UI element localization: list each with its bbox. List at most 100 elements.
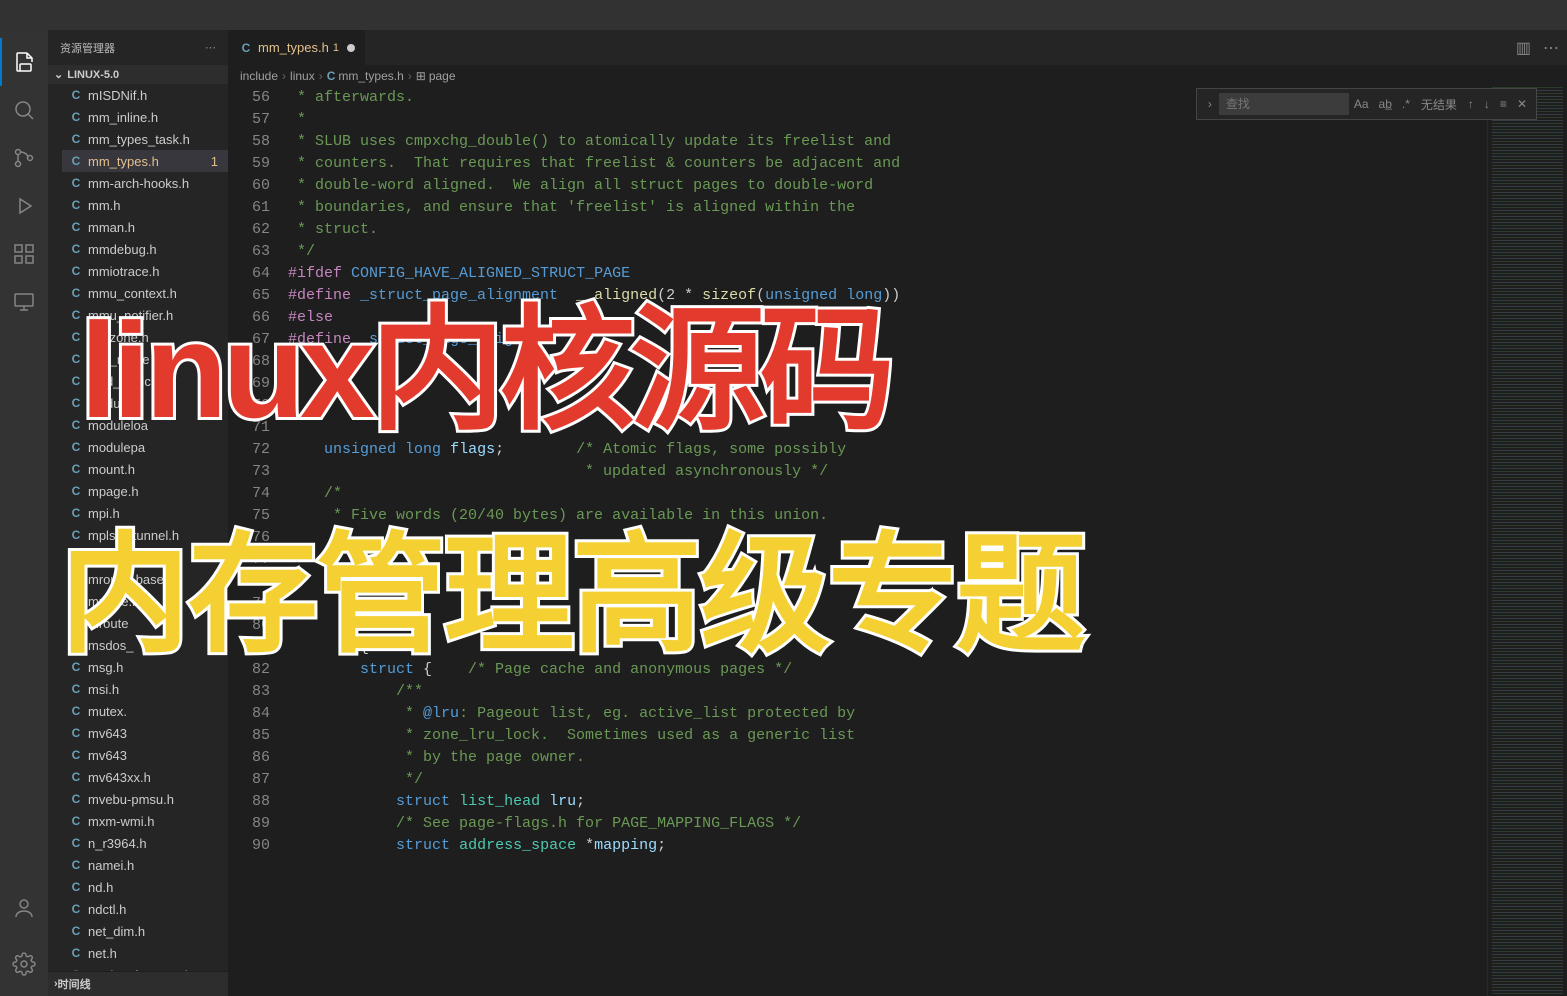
settings-icon[interactable]	[0, 940, 48, 988]
file-item[interactable]: Cnetdev_features.h	[62, 964, 228, 971]
breadcrumbs[interactable]: include›linux›Cmm_types.h›⊞page	[228, 65, 1567, 87]
file-label: msi.h	[88, 682, 119, 697]
c-file-icon: C	[68, 704, 84, 718]
file-item[interactable]: Cmv643xx.h	[62, 766, 228, 788]
file-item[interactable]: Cmsg.h	[62, 656, 228, 678]
file-item[interactable]: Cmman.h	[62, 216, 228, 238]
file-item[interactable]: Cmsi.h	[62, 678, 228, 700]
file-label: mount.h	[88, 462, 135, 477]
more-actions-icon[interactable]: ⋯	[1543, 38, 1559, 58]
file-item[interactable]: Cn_r3964.h	[62, 832, 228, 854]
file-item[interactable]: Cnet_dim.h	[62, 920, 228, 942]
file-item[interactable]: Cnamei.h	[62, 854, 228, 876]
more-icon[interactable]: ⋯	[205, 41, 216, 54]
tab-label: mm_types.h	[258, 40, 329, 55]
find-menu-button[interactable]: ≡	[1495, 97, 1512, 111]
file-item[interactable]: Cmmdebug.h	[62, 238, 228, 260]
c-file-icon: C	[68, 286, 84, 300]
match-case-button[interactable]: Aa	[1349, 97, 1374, 111]
file-item[interactable]: Cnet.h	[62, 942, 228, 964]
file-item[interactable]: CmISDNif.h	[62, 84, 228, 106]
breadcrumb-item[interactable]: Cmm_types.h	[327, 69, 404, 83]
file-item[interactable]: Cmm-arch-hooks.h	[62, 172, 228, 194]
c-file-icon: C	[68, 770, 84, 784]
code-editor[interactable]: 5657585960616263646566676869707172737475…	[228, 87, 1567, 996]
c-file-icon: C	[68, 462, 84, 476]
file-item[interactable]: Cmodulepa	[62, 436, 228, 458]
regex-button[interactable]: .*	[1397, 97, 1415, 111]
search-icon[interactable]	[0, 86, 48, 134]
file-item[interactable]: Cmpage.h	[62, 480, 228, 502]
file-item[interactable]: Cmroute.h	[62, 590, 228, 612]
file-item[interactable]: Cmvebu-pmsu.h	[62, 788, 228, 810]
breadcrumb-item[interactable]: include	[240, 69, 278, 83]
file-item[interactable]: Cmutex.	[62, 700, 228, 722]
debug-icon[interactable]	[0, 182, 48, 230]
file-item[interactable]: Cmpi.h	[62, 502, 228, 524]
file-item[interactable]: Cmroute_base.h	[62, 568, 228, 590]
file-item[interactable]: Cmmu_notifier.h	[62, 304, 228, 326]
c-file-icon: C	[68, 132, 84, 146]
file-item[interactable]: Cmxm-wmi.h	[62, 810, 228, 832]
file-label: msdos_	[88, 638, 134, 653]
file-item[interactable]: Cnd.h	[62, 876, 228, 898]
remote-icon[interactable]	[0, 278, 48, 326]
file-item[interactable]: Cmoduleloa	[62, 414, 228, 436]
breadcrumb-item[interactable]: linux	[290, 69, 315, 83]
file-label: mm.h	[88, 198, 121, 213]
file-label: mod_devic	[88, 374, 151, 389]
file-item[interactable]: Cmpls_iptunnel.h	[62, 524, 228, 546]
c-file-icon: C	[68, 836, 84, 850]
file-item[interactable]: Cmmzone.h	[62, 326, 228, 348]
file-label: net_dim.h	[88, 924, 145, 939]
c-file-icon: C	[68, 682, 84, 696]
find-input[interactable]	[1219, 93, 1349, 115]
c-file-icon: C	[68, 902, 84, 916]
match-word-button[interactable]: ab̲	[1374, 97, 1397, 111]
tab-mm-types[interactable]: C mm_types.h 1	[228, 30, 366, 65]
file-item[interactable]: Cmount.h	[62, 458, 228, 480]
minimap[interactable]	[1487, 87, 1567, 996]
file-label: mm-arch-hooks.h	[88, 176, 189, 191]
file-label: mvebu-pmsu.h	[88, 792, 174, 807]
file-label: module.h	[88, 396, 141, 411]
account-icon[interactable]	[0, 884, 48, 932]
file-item[interactable]: Cmroute	[62, 612, 228, 634]
extensions-icon[interactable]	[0, 230, 48, 278]
explorer-sidebar: 资源管理器 ⋯ ⌄ LINUX-5.0 CmISDNif.hCmm_inline…	[48, 30, 228, 996]
split-editor-icon[interactable]: ▥	[1516, 38, 1531, 58]
source-control-icon[interactable]	[0, 134, 48, 182]
file-label: mpi.h	[88, 506, 120, 521]
find-prev-button[interactable]: ↑	[1463, 97, 1479, 111]
file-item[interactable]: Cmpls.h	[62, 546, 228, 568]
c-file-icon: C	[68, 814, 84, 828]
file-item[interactable]: Cmm.h	[62, 194, 228, 216]
folder-header[interactable]: ⌄ LINUX-5.0	[48, 65, 228, 84]
find-expand-icon[interactable]: ›	[1201, 97, 1219, 111]
file-label: mm_types_task.h	[88, 132, 190, 147]
file-item[interactable]: Cmodule.h	[62, 392, 228, 414]
file-item[interactable]: Cmod_devic	[62, 370, 228, 392]
file-item[interactable]: Cmnt_name	[62, 348, 228, 370]
file-item[interactable]: Cmm_inline.h	[62, 106, 228, 128]
c-file-icon: C	[68, 330, 84, 344]
file-item[interactable]: Cmm_types_task.h	[62, 128, 228, 150]
file-item[interactable]: Cmmu_context.h	[62, 282, 228, 304]
code-content[interactable]: * afterwards. * * SLUB uses cmpxchg_doub…	[288, 87, 1487, 996]
file-item[interactable]: Cmm_types.h1	[62, 150, 228, 172]
tab-bar: C mm_types.h 1 ▥ ⋯	[228, 30, 1567, 65]
file-item[interactable]: Cmsdos_	[62, 634, 228, 656]
file-item[interactable]: Cndctl.h	[62, 898, 228, 920]
find-next-button[interactable]: ↓	[1479, 97, 1495, 111]
find-close-button[interactable]: ✕	[1512, 97, 1532, 111]
file-item[interactable]: Cmv643	[62, 722, 228, 744]
file-label: mISDNif.h	[88, 88, 147, 103]
explorer-icon[interactable]	[0, 38, 48, 86]
file-label: mv643	[88, 748, 127, 763]
file-item[interactable]: Cmmiotrace.h	[62, 260, 228, 282]
file-item[interactable]: Cmv643	[62, 744, 228, 766]
activity-bar	[0, 30, 48, 996]
breadcrumb-item[interactable]: ⊞page	[416, 69, 456, 83]
timeline-header[interactable]: › 时间线	[48, 971, 228, 996]
sidebar-title: 资源管理器 ⋯	[48, 30, 228, 65]
